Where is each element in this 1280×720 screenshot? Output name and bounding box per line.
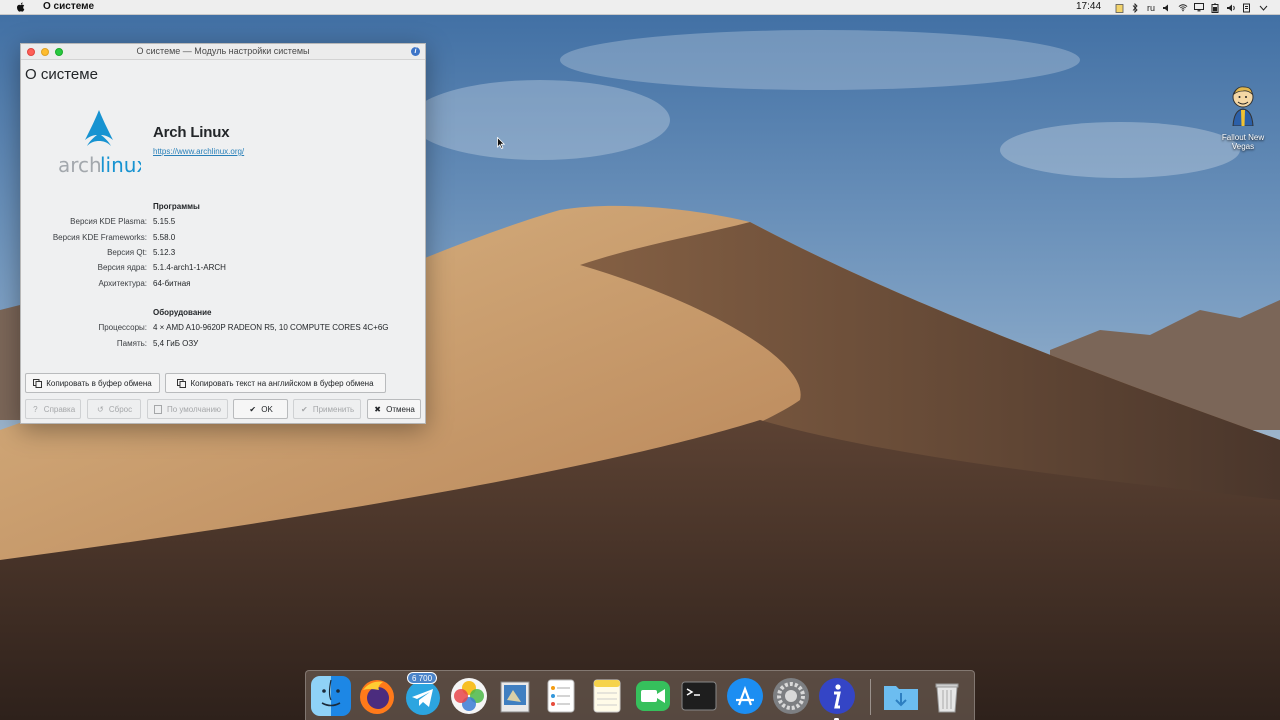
copy-icon — [177, 378, 187, 388]
kde-plasma-version-label: Версия KDE Plasma: — [70, 217, 147, 226]
dock-reminders[interactable] — [541, 676, 581, 716]
info-icon — [817, 676, 857, 716]
help-icon: ? — [33, 404, 38, 414]
notes-icon — [587, 676, 627, 716]
facetime-icon — [633, 676, 673, 716]
processors-label: Процессоры: — [98, 323, 147, 332]
kde-frameworks-version-label: Версия KDE Frameworks: — [52, 233, 147, 242]
cancel-button[interactable]: ✖ Отмена — [367, 399, 421, 419]
reset-button[interactable]: ↺ Сброс — [87, 399, 141, 419]
dock-downloads[interactable] — [881, 676, 921, 716]
display-icon[interactable] — [1194, 3, 1204, 13]
trash-icon — [927, 676, 967, 716]
about-system-window: О системе — Модуль настройки системы i О… — [20, 43, 426, 424]
defaults-button-label: По умолчанию — [166, 404, 222, 414]
copy-english-to-clipboard-button[interactable]: Копировать текст на английском в буфер о… — [165, 373, 386, 393]
dock-info-center[interactable] — [817, 676, 857, 720]
active-app-menu[interactable]: О системе — [43, 1, 94, 12]
kde-plasma-version-value: 5.15.5 — [153, 217, 176, 226]
dock-trash[interactable] — [927, 676, 967, 716]
telegram-unread-badge: 6 700 — [407, 672, 438, 684]
ok-button-label: OK — [261, 404, 273, 414]
ok-button[interactable]: ✔ OK — [233, 399, 288, 419]
copy-icon — [33, 378, 43, 388]
keyboard-layout[interactable]: ru — [1146, 3, 1156, 13]
app-store-icon — [725, 676, 765, 716]
dock-photos[interactable] — [449, 676, 489, 716]
desktop-icon-fallout-new-vegas[interactable]: Fallout New Vegas — [1216, 84, 1270, 151]
dock-firefox[interactable] — [357, 676, 397, 716]
dock-facetime[interactable] — [633, 676, 673, 716]
bluetooth-icon[interactable] — [1130, 2, 1140, 13]
architecture-label: Архитектура: — [98, 279, 147, 288]
gear-icon — [771, 676, 811, 716]
battery-icon[interactable] — [1210, 3, 1220, 13]
preview-icon — [495, 676, 535, 716]
help-button[interactable]: ? Справка — [25, 399, 81, 419]
reminders-icon — [541, 676, 581, 716]
desktop-icon-label: Fallout New Vegas — [1221, 133, 1265, 151]
qt-version-label: Версия Qt: — [107, 248, 147, 257]
qt-version-value: 5.12.3 — [153, 248, 176, 257]
downloads-folder-icon — [881, 676, 921, 716]
dock-terminal[interactable] — [679, 676, 719, 716]
notifications-icon[interactable] — [1242, 3, 1252, 13]
hardware-heading: Оборудование — [153, 308, 212, 317]
photos-icon — [449, 676, 489, 716]
apply-button-label: Применить — [312, 404, 355, 414]
dock: 6 700 — [305, 670, 975, 720]
apply-button[interactable]: ✔ Применить — [293, 399, 361, 419]
firefox-icon — [357, 676, 397, 716]
close-icon: ✖ — [374, 404, 381, 414]
kde-frameworks-version-value: 5.58.0 — [153, 233, 176, 242]
terminal-icon — [679, 676, 719, 716]
apple-menu-icon[interactable] — [15, 1, 27, 13]
system-tray: ru — [1114, 1, 1280, 14]
copy-button-label: Копировать в буфер обмена — [46, 378, 152, 388]
finder-icon — [311, 676, 351, 716]
document-icon — [154, 404, 163, 414]
defaults-button[interactable]: По умолчанию — [147, 399, 228, 419]
vault-boy-icon — [1232, 86, 1254, 127]
logo-arch-text: arch — [58, 153, 102, 177]
window-title: О системе — Модуль настройки системы — [136, 46, 310, 56]
arch-linux-logo: arch linux — [58, 110, 141, 177]
dock-system-preferences[interactable] — [771, 676, 811, 716]
clock[interactable]: 17:44 — [1076, 1, 1101, 12]
undo-icon: ↺ — [97, 404, 104, 414]
help-button-label: Справка — [43, 404, 76, 414]
dock-notes[interactable] — [587, 676, 627, 716]
memory-value: 5,4 ГиБ ОЗУ — [153, 339, 199, 348]
distro-website-link[interactable]: https://www.archlinux.org/ — [153, 147, 244, 156]
dock-finder[interactable] — [311, 676, 351, 716]
copy-to-clipboard-button[interactable]: Копировать в буфер обмена — [25, 373, 160, 393]
cancel-button-label: Отмена — [386, 404, 415, 414]
dock-telegram[interactable]: 6 700 — [403, 672, 443, 716]
architecture-value: 64-битная — [153, 279, 191, 288]
top-menu-bar: О системе 17:44 ru — [0, 0, 1280, 15]
copy-english-button-label: Копировать текст на английском в буфер о… — [190, 378, 374, 388]
mouse-cursor-icon — [497, 137, 505, 149]
checkmark-icon: ✔ — [249, 404, 257, 414]
chevron-down-icon[interactable] — [1258, 3, 1268, 13]
wifi-icon[interactable] — [1178, 3, 1188, 13]
reset-button-label: Сброс — [108, 404, 133, 414]
volume-icon[interactable] — [1226, 3, 1236, 13]
dock-separator — [870, 679, 871, 715]
kernel-version-value: 5.1.4-arch1-1-ARCH — [153, 263, 226, 272]
logo-linux-text: linux — [100, 153, 141, 177]
page-title: О системе — [25, 66, 98, 83]
clipboard-icon[interactable] — [1114, 3, 1124, 13]
software-heading: Программы — [153, 202, 200, 211]
checkmark-icon: ✔ — [300, 404, 308, 414]
distro-name: Arch Linux — [153, 124, 230, 141]
processors-value: 4 × AMD A10-9620P RADEON R5, 10 COMPUTE … — [153, 323, 389, 332]
kernel-version-label: Версия ядра: — [97, 263, 147, 272]
dock-app-store[interactable] — [725, 676, 765, 716]
info-icon[interactable]: i — [411, 47, 420, 56]
dock-preview[interactable] — [495, 676, 535, 716]
window-titlebar[interactable]: О системе — Модуль настройки системы i — [21, 44, 425, 60]
memory-label: Память: — [116, 339, 147, 348]
volume-icon[interactable] — [1162, 3, 1172, 13]
